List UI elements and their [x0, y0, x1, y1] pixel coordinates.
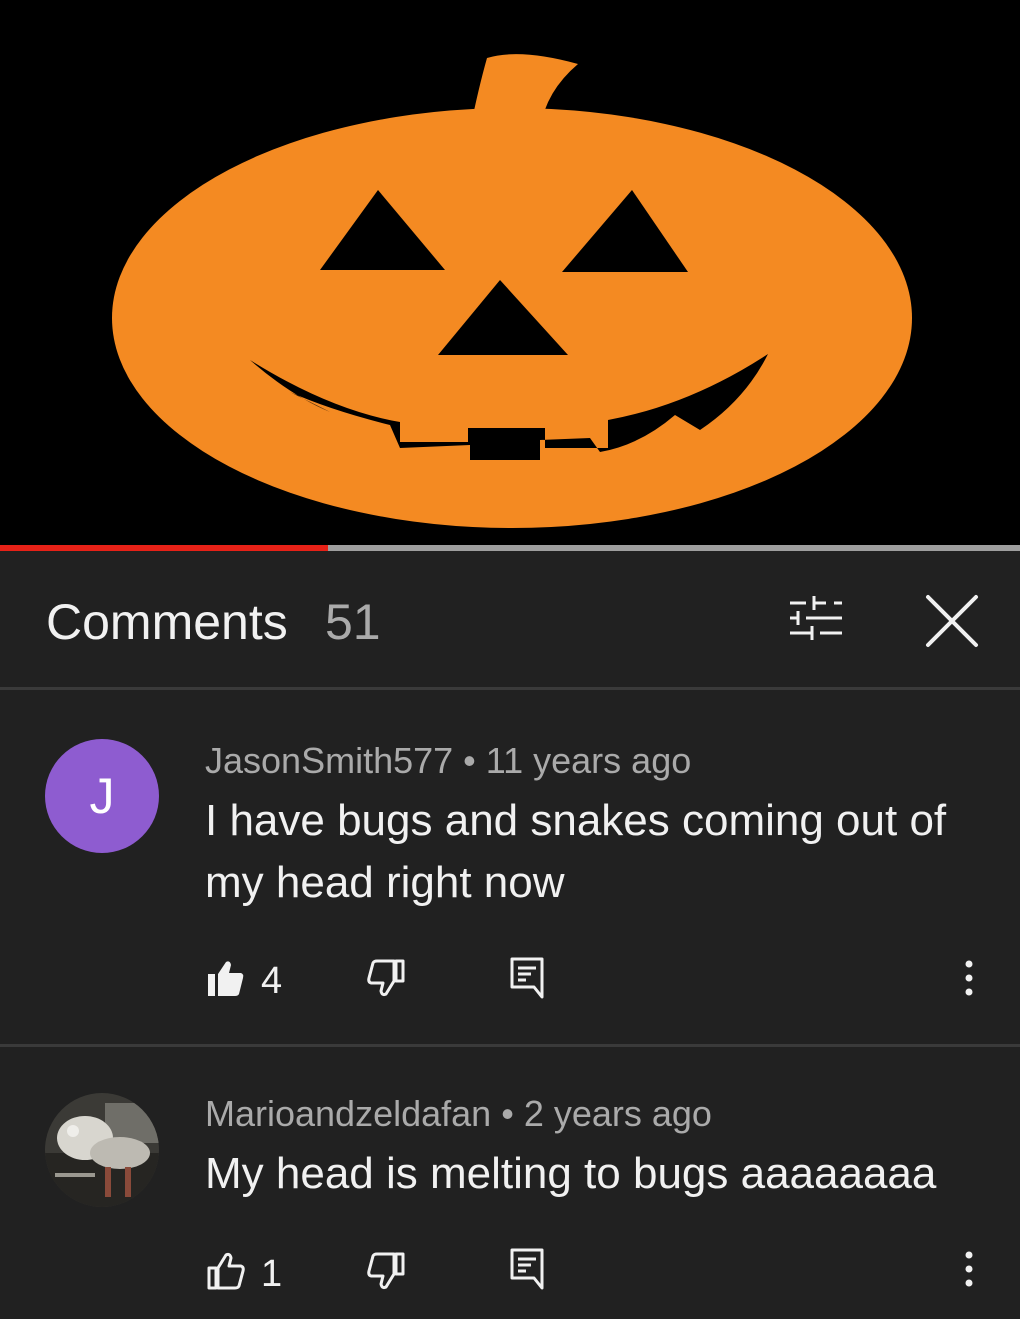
comment-time: 2 years ago: [523, 1093, 712, 1134]
thumbs-up-icon: [207, 1252, 245, 1290]
sort-filter-button[interactable]: [786, 593, 846, 643]
comments-title: Comments: [46, 594, 288, 650]
thumbs-up-filled-icon: [208, 961, 244, 996]
comment-text: I have bugs and snakes coming out of my …: [205, 796, 947, 907]
reply-icon: [510, 1248, 544, 1290]
comment-author[interactable]: JasonSmith577: [205, 740, 453, 781]
close-icon: [926, 595, 978, 647]
comment-divider: [0, 1044, 1020, 1047]
dislike-button[interactable]: [366, 1251, 406, 1296]
like-count: 4: [261, 960, 283, 1002]
comment-actions: 4: [0, 948, 1020, 1008]
header-divider: [0, 687, 1020, 690]
dislike-button[interactable]: [366, 958, 406, 1003]
more-options-button[interactable]: [955, 956, 983, 1004]
meta-separator: •: [501, 1093, 514, 1134]
reply-button[interactable]: [509, 956, 545, 1005]
sliders-icon: [790, 596, 842, 640]
avatar-letter: J: [89, 768, 115, 824]
comment-meta: Marioandzeldafan • 2 years ago: [205, 1093, 712, 1135]
comments-count: 51: [325, 594, 381, 650]
thumbs-down-icon: [367, 959, 405, 997]
comments-header: Comments 51: [0, 551, 1020, 687]
comment-text: My head is melting to bugs aaaaaaaa: [205, 1149, 937, 1198]
meta-separator: •: [463, 740, 476, 781]
thumbs-down-icon: [367, 1252, 405, 1290]
comment-author[interactable]: Marioandzeldafan: [205, 1093, 491, 1134]
jack-o-lantern-image: [0, 0, 1020, 546]
more-vert-icon: [965, 1251, 973, 1287]
like-button[interactable]: [206, 1251, 246, 1296]
reply-button[interactable]: [509, 1247, 545, 1296]
video-player[interactable]: [0, 0, 1020, 546]
avatar-photo: [45, 1093, 159, 1207]
avatar[interactable]: [45, 1093, 159, 1207]
more-options-button[interactable]: [955, 1247, 983, 1295]
like-button[interactable]: [206, 958, 246, 1003]
reply-icon: [510, 957, 544, 999]
like-count: 1: [261, 1253, 283, 1295]
comment-time: 11 years ago: [485, 740, 692, 781]
comment-meta: JasonSmith577 • 11 years ago: [205, 740, 691, 782]
avatar[interactable]: J: [45, 739, 159, 853]
close-comments-button[interactable]: [922, 591, 982, 651]
more-vert-icon: [965, 960, 973, 996]
comment-actions: 1: [0, 1243, 1020, 1303]
